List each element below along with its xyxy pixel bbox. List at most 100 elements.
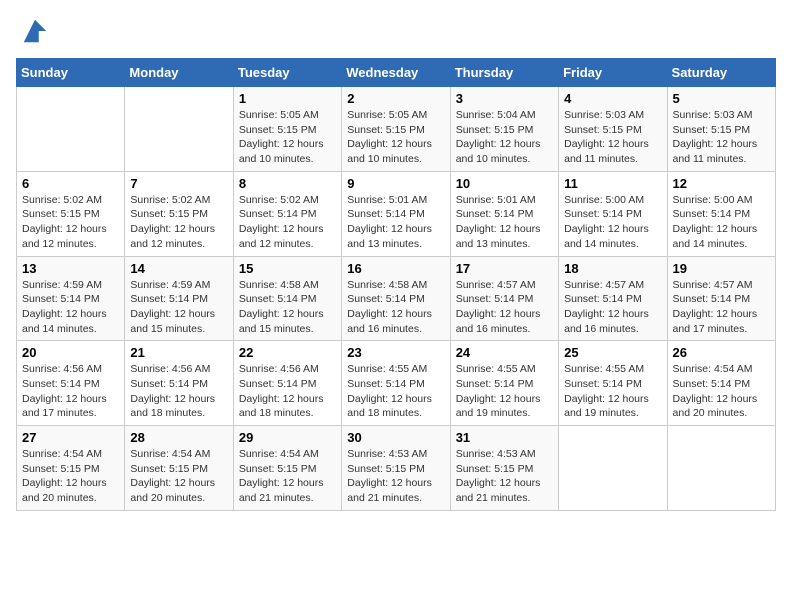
day-info: Sunrise: 4:54 AM Sunset: 5:15 PM Dayligh… bbox=[130, 447, 227, 506]
day-number: 22 bbox=[239, 345, 336, 360]
calendar-cell: 31 Sunrise: 4:53 AM Sunset: 5:15 PM Dayli… bbox=[450, 426, 558, 511]
weekday-header-tuesday: Tuesday bbox=[233, 59, 341, 87]
week-row-5: 27 Sunrise: 4:54 AM Sunset: 5:15 PM Dayli… bbox=[17, 426, 776, 511]
calendar-cell: 9Sunrise: 5:01 AM Sunset: 5:14 PM Daylig… bbox=[342, 171, 450, 256]
day-info: Sunrise: 4:54 AM Sunset: 5:14 PM Dayligh… bbox=[673, 362, 770, 421]
day-info: Sunrise: 5:05 AM Sunset: 5:15 PM Dayligh… bbox=[239, 108, 336, 167]
calendar-cell bbox=[559, 426, 667, 511]
day-info: Sunrise: 5:00 AM Sunset: 5:14 PM Dayligh… bbox=[564, 193, 661, 252]
calendar-cell: 30 Sunrise: 4:53 AM Sunset: 5:15 PM Dayli… bbox=[342, 426, 450, 511]
calendar-cell: 15Sunrise: 4:58 AM Sunset: 5:14 PM Dayli… bbox=[233, 256, 341, 341]
calendar-cell: 28Sunrise: 4:54 AM Sunset: 5:15 PM Dayli… bbox=[125, 426, 233, 511]
day-info: Sunrise: 4:59 AM Sunset: 5:14 PM Dayligh… bbox=[22, 278, 119, 337]
day-info: Sunrise: 5:03 AM Sunset: 5:15 PM Dayligh… bbox=[564, 108, 661, 167]
day-info: Sunrise: 5:02 AM Sunset: 5:15 PM Dayligh… bbox=[130, 193, 227, 252]
weekday-header-wednesday: Wednesday bbox=[342, 59, 450, 87]
calendar-cell: 19 Sunrise: 4:57 AM Sunset: 5:14 PM Dayli… bbox=[667, 256, 775, 341]
calendar-cell: 14 Sunrise: 4:59 AM Sunset: 5:14 PM Dayli… bbox=[125, 256, 233, 341]
week-row-2: 6 Sunrise: 5:02 AM Sunset: 5:15 PM Daylig… bbox=[17, 171, 776, 256]
calendar-cell: 25 Sunrise: 4:55 AM Sunset: 5:14 PM Dayli… bbox=[559, 341, 667, 426]
day-number: 31 bbox=[456, 430, 553, 445]
day-info: Sunrise: 5:05 AM Sunset: 5:15 PM Dayligh… bbox=[347, 108, 444, 167]
calendar-cell: 17 Sunrise: 4:57 AM Sunset: 5:14 PM Dayli… bbox=[450, 256, 558, 341]
weekday-header-sunday: Sunday bbox=[17, 59, 125, 87]
calendar-cell: 18 Sunrise: 4:57 AM Sunset: 5:14 PM Dayli… bbox=[559, 256, 667, 341]
day-number: 14 bbox=[130, 261, 227, 276]
calendar-table: SundayMondayTuesdayWednesdayThursdayFrid… bbox=[16, 58, 776, 511]
day-number: 12 bbox=[673, 176, 770, 191]
day-number: 30 bbox=[347, 430, 444, 445]
day-info: Sunrise: 5:03 AM Sunset: 5:15 PM Dayligh… bbox=[673, 108, 770, 167]
day-info: Sunrise: 5:02 AM Sunset: 5:14 PM Dayligh… bbox=[239, 193, 336, 252]
day-info: Sunrise: 4:53 AM Sunset: 5:15 PM Dayligh… bbox=[347, 447, 444, 506]
calendar-cell: 3 Sunrise: 5:04 AM Sunset: 5:15 PM Daylig… bbox=[450, 87, 558, 172]
calendar-cell: 20 Sunrise: 4:56 AM Sunset: 5:14 PM Dayli… bbox=[17, 341, 125, 426]
calendar-cell: 26Sunrise: 4:54 AM Sunset: 5:14 PM Dayli… bbox=[667, 341, 775, 426]
calendar-cell: 24 Sunrise: 4:55 AM Sunset: 5:14 PM Dayli… bbox=[450, 341, 558, 426]
calendar-cell: 2 Sunrise: 5:05 AM Sunset: 5:15 PM Daylig… bbox=[342, 87, 450, 172]
calendar-cell: 5 Sunrise: 5:03 AM Sunset: 5:15 PM Daylig… bbox=[667, 87, 775, 172]
day-number: 19 bbox=[673, 261, 770, 276]
day-number: 6 bbox=[22, 176, 119, 191]
weekday-header-monday: Monday bbox=[125, 59, 233, 87]
logo bbox=[16, 16, 50, 46]
day-info: Sunrise: 5:02 AM Sunset: 5:15 PM Dayligh… bbox=[22, 193, 119, 252]
calendar-cell: 8 Sunrise: 5:02 AM Sunset: 5:14 PM Daylig… bbox=[233, 171, 341, 256]
calendar-cell: 22 Sunrise: 4:56 AM Sunset: 5:14 PM Dayli… bbox=[233, 341, 341, 426]
day-number: 1 bbox=[239, 91, 336, 106]
day-number: 7 bbox=[130, 176, 227, 191]
calendar-cell: 23Sunrise: 4:55 AM Sunset: 5:14 PM Dayli… bbox=[342, 341, 450, 426]
day-info: Sunrise: 5:01 AM Sunset: 5:14 PM Dayligh… bbox=[456, 193, 553, 252]
day-info: Sunrise: 4:57 AM Sunset: 5:14 PM Dayligh… bbox=[673, 278, 770, 337]
day-info: Sunrise: 4:53 AM Sunset: 5:15 PM Dayligh… bbox=[456, 447, 553, 506]
day-number: 27 bbox=[22, 430, 119, 445]
calendar-cell: 21Sunrise: 4:56 AM Sunset: 5:14 PM Dayli… bbox=[125, 341, 233, 426]
day-number: 25 bbox=[564, 345, 661, 360]
calendar-cell: 10 Sunrise: 5:01 AM Sunset: 5:14 PM Dayli… bbox=[450, 171, 558, 256]
day-info: Sunrise: 4:57 AM Sunset: 5:14 PM Dayligh… bbox=[564, 278, 661, 337]
day-info: Sunrise: 4:55 AM Sunset: 5:14 PM Dayligh… bbox=[456, 362, 553, 421]
day-number: 13 bbox=[22, 261, 119, 276]
day-number: 16 bbox=[347, 261, 444, 276]
day-number: 2 bbox=[347, 91, 444, 106]
day-number: 23 bbox=[347, 345, 444, 360]
page-header bbox=[16, 16, 776, 46]
day-info: Sunrise: 4:57 AM Sunset: 5:14 PM Dayligh… bbox=[456, 278, 553, 337]
day-number: 24 bbox=[456, 345, 553, 360]
day-number: 4 bbox=[564, 91, 661, 106]
calendar-cell: 27 Sunrise: 4:54 AM Sunset: 5:15 PM Dayli… bbox=[17, 426, 125, 511]
weekday-header-saturday: Saturday bbox=[667, 59, 775, 87]
day-number: 15 bbox=[239, 261, 336, 276]
calendar-cell bbox=[125, 87, 233, 172]
day-info: Sunrise: 5:00 AM Sunset: 5:14 PM Dayligh… bbox=[673, 193, 770, 252]
calendar-cell: 1 Sunrise: 5:05 AM Sunset: 5:15 PM Daylig… bbox=[233, 87, 341, 172]
weekday-header-friday: Friday bbox=[559, 59, 667, 87]
calendar-cell: 7 Sunrise: 5:02 AM Sunset: 5:15 PM Daylig… bbox=[125, 171, 233, 256]
day-number: 3 bbox=[456, 91, 553, 106]
day-info: Sunrise: 4:54 AM Sunset: 5:15 PM Dayligh… bbox=[239, 447, 336, 506]
day-number: 10 bbox=[456, 176, 553, 191]
calendar-cell: 6 Sunrise: 5:02 AM Sunset: 5:15 PM Daylig… bbox=[17, 171, 125, 256]
day-number: 5 bbox=[673, 91, 770, 106]
day-info: Sunrise: 4:59 AM Sunset: 5:14 PM Dayligh… bbox=[130, 278, 227, 337]
day-number: 8 bbox=[239, 176, 336, 191]
day-info: Sunrise: 4:56 AM Sunset: 5:14 PM Dayligh… bbox=[130, 362, 227, 421]
day-number: 18 bbox=[564, 261, 661, 276]
logo-icon bbox=[20, 16, 50, 46]
calendar-cell: 29Sunrise: 4:54 AM Sunset: 5:15 PM Dayli… bbox=[233, 426, 341, 511]
calendar-header: SundayMondayTuesdayWednesdayThursdayFrid… bbox=[17, 59, 776, 87]
day-info: Sunrise: 4:54 AM Sunset: 5:15 PM Dayligh… bbox=[22, 447, 119, 506]
calendar-cell: 12 Sunrise: 5:00 AM Sunset: 5:14 PM Dayli… bbox=[667, 171, 775, 256]
day-number: 17 bbox=[456, 261, 553, 276]
day-info: Sunrise: 4:56 AM Sunset: 5:14 PM Dayligh… bbox=[239, 362, 336, 421]
calendar-cell: 13 Sunrise: 4:59 AM Sunset: 5:14 PM Dayli… bbox=[17, 256, 125, 341]
day-info: Sunrise: 4:56 AM Sunset: 5:14 PM Dayligh… bbox=[22, 362, 119, 421]
calendar-cell bbox=[667, 426, 775, 511]
day-info: Sunrise: 4:55 AM Sunset: 5:14 PM Dayligh… bbox=[564, 362, 661, 421]
day-info: Sunrise: 5:04 AM Sunset: 5:15 PM Dayligh… bbox=[456, 108, 553, 167]
day-number: 20 bbox=[22, 345, 119, 360]
calendar-cell: 4 Sunrise: 5:03 AM Sunset: 5:15 PM Daylig… bbox=[559, 87, 667, 172]
week-row-4: 20 Sunrise: 4:56 AM Sunset: 5:14 PM Dayli… bbox=[17, 341, 776, 426]
weekday-header-thursday: Thursday bbox=[450, 59, 558, 87]
calendar-cell: 16Sunrise: 4:58 AM Sunset: 5:14 PM Dayli… bbox=[342, 256, 450, 341]
